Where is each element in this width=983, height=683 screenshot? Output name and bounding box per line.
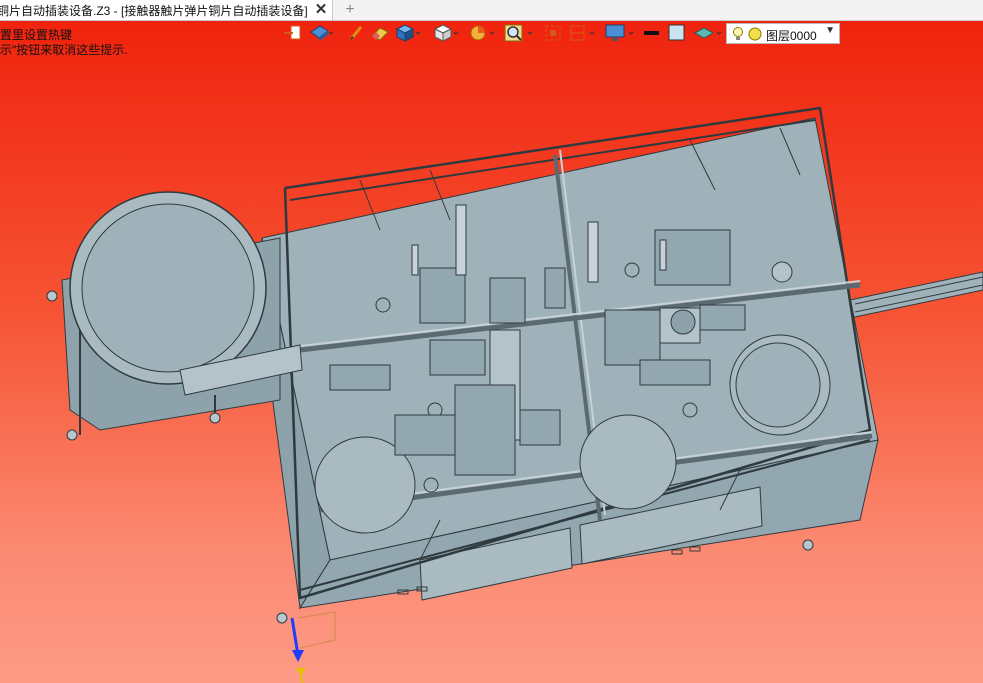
lightbulb-icon[interactable] [732, 26, 744, 42]
frame-icon[interactable] [568, 22, 598, 44]
pie-filter-icon[interactable] [468, 22, 496, 44]
hint-text-dismiss: 示"按钮来取消这些提示. [0, 43, 128, 57]
close-icon[interactable]: ✕ [312, 0, 330, 20]
axis-triad-icon [290, 611, 336, 683]
fit-icon[interactable] [544, 22, 562, 44]
layer-select[interactable]: 图层0000 ▼ [726, 23, 840, 44]
line-color-icon[interactable] [642, 22, 662, 44]
layer-style-icon[interactable] [692, 22, 724, 44]
document-tab-title: 铜片自动插装设备.Z3 - [接触器触片弹片铜片自动插装设备] [0, 4, 308, 18]
pen-icon[interactable] [348, 22, 364, 44]
cube-white-icon[interactable] [432, 22, 460, 44]
monitor-icon[interactable] [604, 22, 636, 44]
layer-color-dot-icon [748, 27, 762, 41]
view-orient-icon[interactable] [308, 22, 334, 44]
exit-sketch-icon[interactable] [282, 22, 302, 44]
eraser-icon[interactable] [370, 22, 390, 44]
zoom-icon[interactable] [504, 22, 534, 44]
document-tab[interactable]: 铜片自动插装设备.Z3 - [接触器触片弹片铜片自动插装设备] ✕ [0, 0, 333, 20]
tab-bar: 铜片自动插装设备.Z3 - [接触器触片弹片铜片自动插装设备] ✕ + [0, 0, 983, 21]
machine-3d-model [46, 106, 983, 683]
fill-color-icon[interactable] [667, 22, 687, 44]
cube-shaded-icon[interactable] [394, 22, 422, 44]
chevron-down-icon[interactable]: ▼ [825, 25, 835, 36]
layer-name: 图层0000 [766, 29, 817, 43]
model-viewport[interactable]: 置里设置热键 示"按钮来取消这些提示. [0, 21, 983, 683]
plus-icon[interactable]: + [342, 0, 358, 20]
